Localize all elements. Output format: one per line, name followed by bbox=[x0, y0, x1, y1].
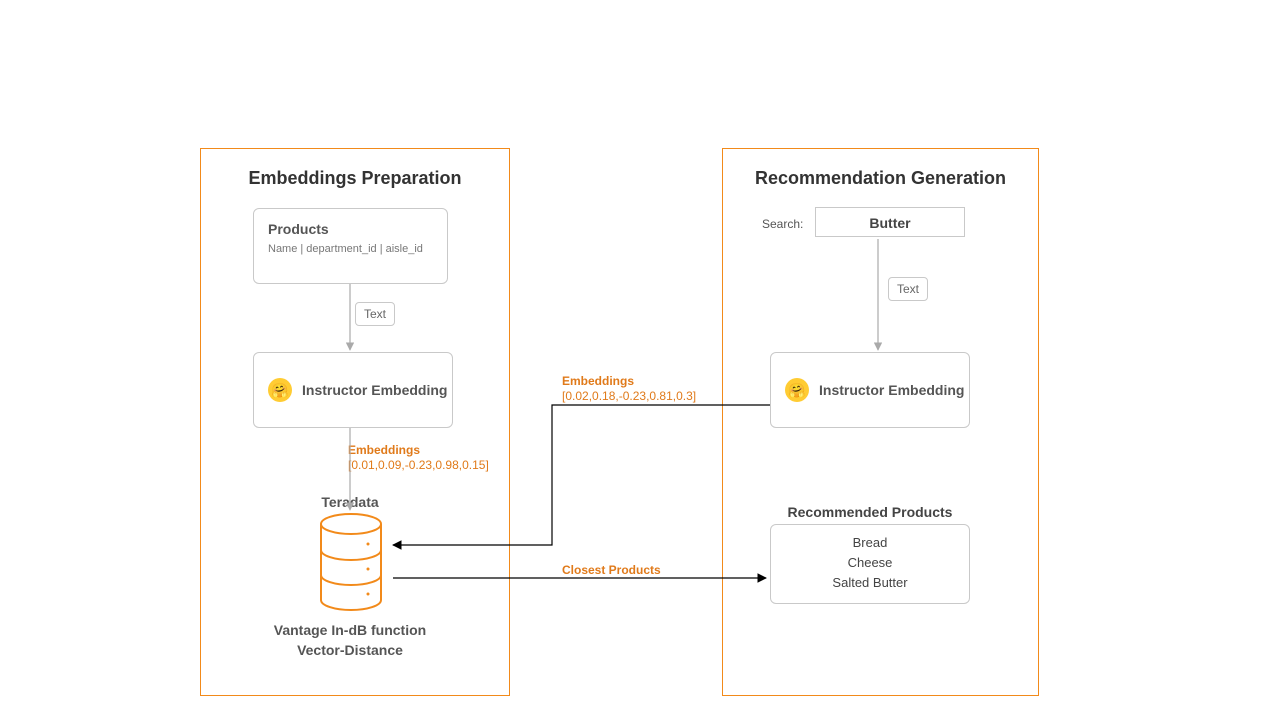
database-icon bbox=[316, 512, 386, 612]
text-chip-right: Text bbox=[888, 277, 928, 301]
text-chip-left: Text bbox=[355, 302, 395, 326]
rec-item: Cheese bbox=[771, 553, 969, 573]
huggingface-icon: 🤗 bbox=[268, 378, 292, 402]
products-box: Products Name | department_id | aisle_id bbox=[253, 208, 448, 284]
embeddings-label-center: Embeddings bbox=[562, 374, 634, 388]
closest-products-label: Closest Products bbox=[562, 563, 661, 577]
products-schema: Name | department_id | aisle_id bbox=[268, 243, 433, 255]
embed-label-right: Instructor Embedding bbox=[819, 382, 964, 398]
search-input[interactable]: Butter bbox=[815, 207, 965, 237]
instructor-embedding-left: 🤗 Instructor Embedding bbox=[253, 352, 453, 428]
recommended-products-title: Recommended Products bbox=[770, 504, 970, 520]
db-caption-1: Vantage In-dB function bbox=[250, 622, 450, 638]
instructor-embedding-right: 🤗 Instructor Embedding bbox=[770, 352, 970, 428]
db-caption-2: Vector-Distance bbox=[250, 642, 450, 658]
rec-item: Salted Butter bbox=[771, 573, 969, 593]
embeddings-label-left: Embeddings bbox=[348, 443, 420, 457]
embeddings-vector-center: [0.02,0.18,-0.23,0.81,0.3] bbox=[562, 389, 696, 403]
panel-title-right: Recommendation Generation bbox=[722, 168, 1039, 189]
products-title: Products bbox=[268, 221, 433, 237]
teradata-label: Teradata bbox=[300, 494, 400, 510]
embeddings-vector-left: [0.01,0.09,-0.23,0.98,0.15] bbox=[348, 458, 489, 472]
huggingface-icon: 🤗 bbox=[785, 378, 809, 402]
panel-title-left: Embeddings Preparation bbox=[200, 168, 510, 189]
diagram-canvas: Embeddings Preparation Products Name | d… bbox=[0, 0, 1280, 720]
recommended-products-box: Bread Cheese Salted Butter bbox=[770, 524, 970, 604]
rec-item: Bread bbox=[771, 533, 969, 553]
arrows-overlay bbox=[0, 0, 1280, 720]
search-label: Search: bbox=[762, 217, 803, 231]
embed-label-left: Instructor Embedding bbox=[302, 382, 447, 398]
